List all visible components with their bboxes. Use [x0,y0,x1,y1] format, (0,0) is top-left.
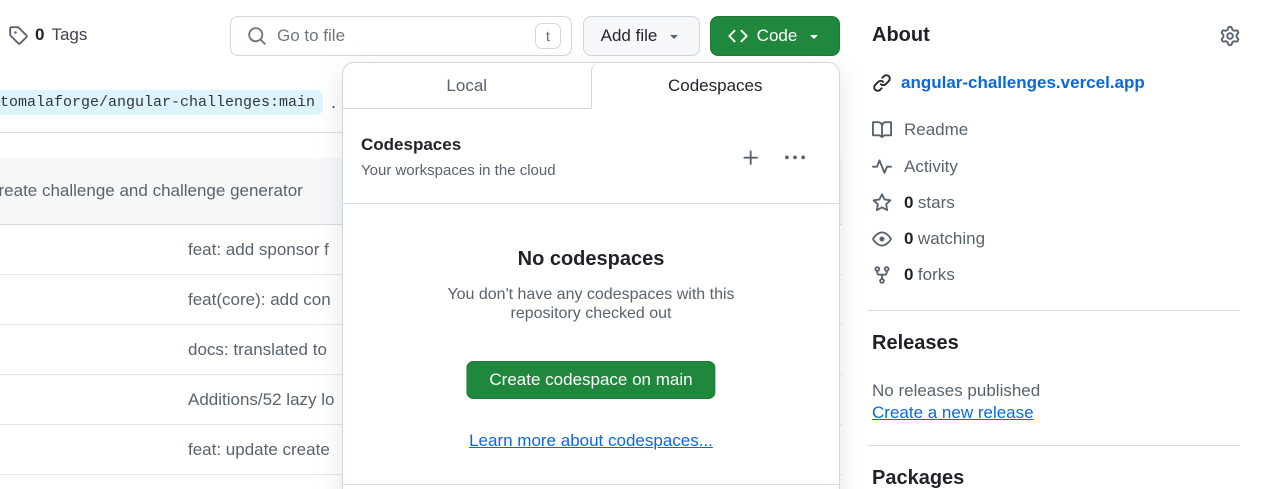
chevron-down-icon [806,28,822,44]
commit-message: feat: update create [188,440,330,460]
shortcut-key-badge: t [535,23,561,49]
sidebar-divider [868,310,1240,311]
latest-commit-message: create challenge and challenge generator [0,181,303,201]
add-file-button[interactable]: Add file [583,16,700,56]
go-to-file-input[interactable] [277,26,535,46]
sidebar-item-label: stars [918,193,955,212]
code-dropdown-panel: Local Codespaces Codespaces Your workspa… [342,62,840,489]
tab-local-label: Local [446,76,487,96]
repo-website-row[interactable]: angular-challenges.vercel.app [872,73,1145,93]
sidebar-item-stars[interactable]: 0 stars [872,193,955,213]
codespaces-heading: Codespaces [361,135,461,155]
commit-message: feat: add sponsor f [188,240,329,260]
create-codespace-button[interactable]: Create codespace on main [466,361,715,399]
branch-notice-suffix: . [331,93,336,113]
tags-label: Tags [51,25,87,45]
code-button[interactable]: Code [710,16,840,56]
code-dropdown-tabs: Local Codespaces [343,63,839,109]
sidebar-item-label: forks [918,265,955,284]
plus-icon[interactable] [741,148,761,168]
repo-code-page: 0 Tags t Add file Code tomalaforge/angul… [0,0,1278,489]
link-icon [872,73,892,93]
commit-message: Additions/52 lazy lo [188,390,334,410]
commit-message: docs: translated to [188,340,327,360]
code-icon [728,26,748,46]
sidebar-item-forks[interactable]: 0 forks [872,265,955,285]
pulse-icon [872,157,892,177]
search-icon [247,26,267,46]
add-file-label: Add file [601,26,658,46]
sidebar-item-label: Activity [904,157,958,177]
learn-more-link[interactable]: Learn more about codespaces... [469,431,713,450]
sidebar-item-label: watching [918,229,985,248]
branch-ref-link[interactable]: tomalaforge/angular-challenges:main [0,90,323,115]
sidebar-item-watching[interactable]: 0 watching [872,229,985,249]
watching-count: 0 [904,229,913,248]
tags-count: 0 [35,25,44,45]
chevron-down-icon [666,28,682,44]
star-icon [872,193,892,213]
go-to-file-search[interactable]: t [230,16,572,56]
sidebar-item-activity[interactable]: Activity [872,157,958,177]
sidebar-item-label: Readme [904,120,968,140]
codespaces-subtitle: Your workspaces in the cloud [361,162,556,179]
tab-codespaces[interactable]: Codespaces [591,63,840,109]
no-codespaces-line2: repository checked out [343,304,839,323]
tab-codespaces-label: Codespaces [668,76,763,96]
website-link[interactable]: angular-challenges.vercel.app [901,73,1145,93]
releases-empty-text: No releases published [872,381,1040,401]
kebab-menu-icon[interactable] [785,148,805,168]
sidebar-divider [868,445,1240,446]
branch-notice: tomalaforge/angular-challenges:main . [0,90,336,115]
stars-count: 0 [904,193,913,212]
code-label: Code [757,26,798,46]
tags-link[interactable]: 0 Tags [8,25,87,45]
fork-icon [872,265,892,285]
tag-icon [8,25,28,45]
no-codespaces-description: You don't have any codespaces with this … [343,285,839,323]
eye-icon [872,229,892,249]
book-icon [872,120,892,140]
dropdown-divider [343,203,839,204]
packages-heading: Packages [872,467,964,489]
gear-icon[interactable] [1220,26,1240,46]
releases-heading: Releases [872,332,959,355]
tab-local[interactable]: Local [343,63,591,109]
forks-count: 0 [904,265,913,284]
commit-message: feat(core): add con [188,290,331,310]
about-heading: About [872,24,930,47]
create-release-link[interactable]: Create a new release [872,403,1034,423]
section-divider [0,132,342,133]
no-codespaces-title: No codespaces [343,248,839,271]
dropdown-divider [343,484,839,485]
sidebar-item-readme[interactable]: Readme [872,120,968,140]
no-codespaces-line1: You don't have any codespaces with this [343,285,839,304]
